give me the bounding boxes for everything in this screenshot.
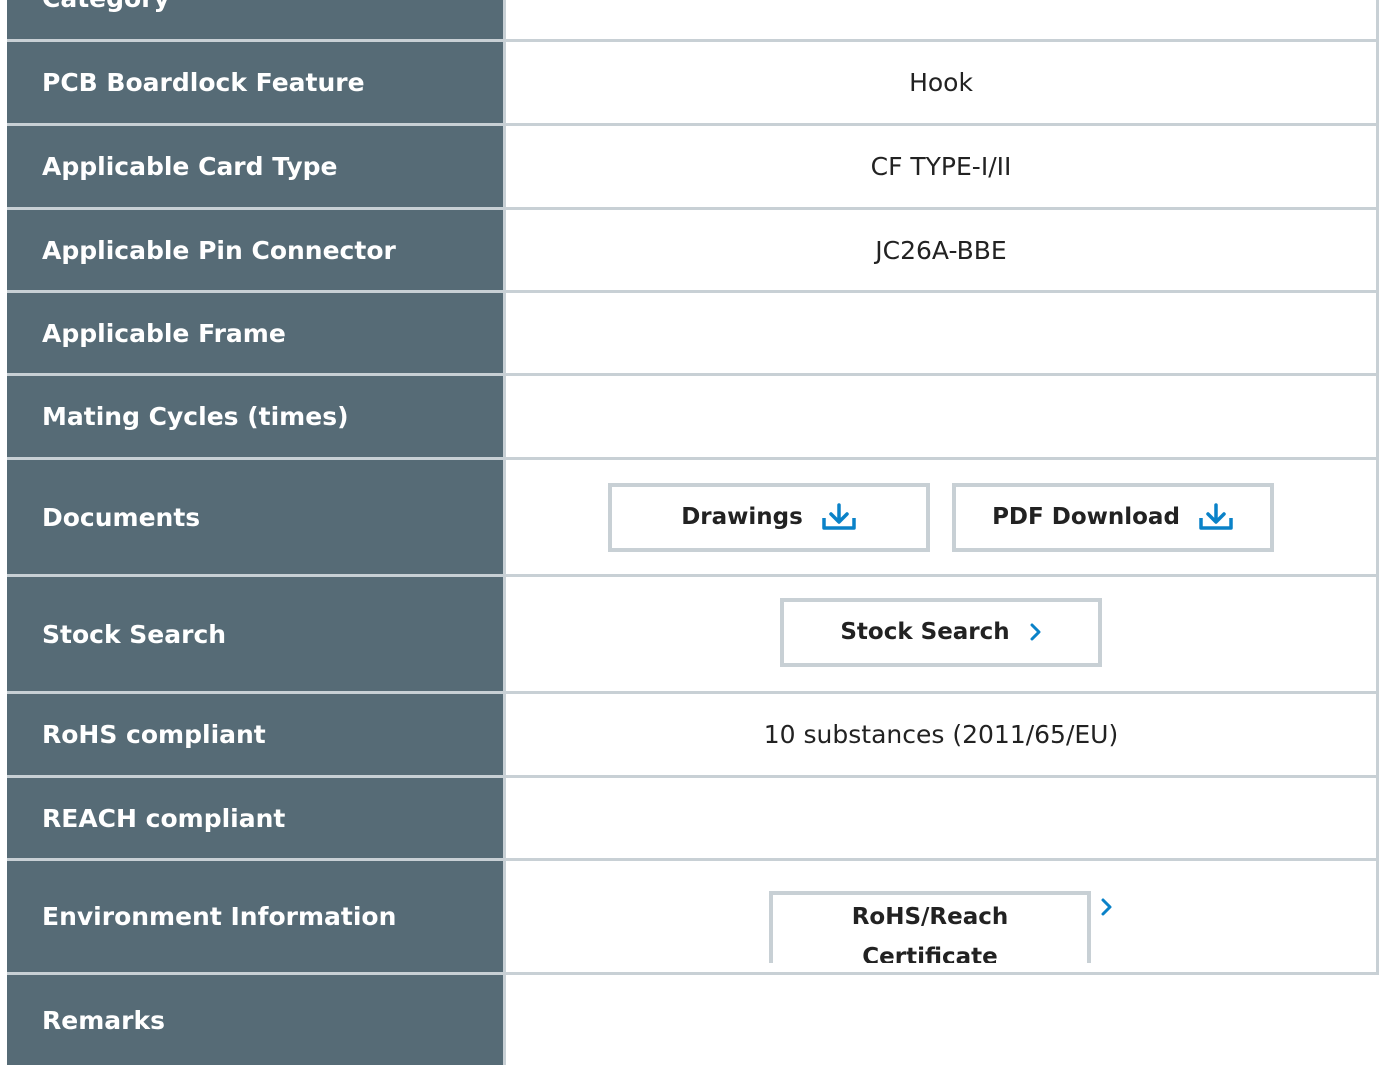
row-label: Environment Information [7,861,503,975]
row-label: Category [7,0,503,42]
row-label: RoHS compliant [7,694,503,778]
download-icon [1198,503,1234,531]
row-value: 10 substances (2011/65/EU) [503,694,1379,778]
table-row: Stock Search Stock Search [7,577,1379,694]
pdf-download-button[interactable]: PDF Download [952,482,1274,552]
row-label: Applicable Pin Connector [7,210,503,293]
row-label: Documents [7,460,503,577]
row-label: Applicable Frame [7,293,503,376]
row-label: Remarks [7,975,503,1065]
table-row: PCB Boardlock Feature Hook [7,42,1379,126]
row-value [503,778,1379,861]
table-row: Documents Drawings PDF Download [7,460,1379,577]
row-label: PCB Boardlock Feature [7,42,503,126]
row-value [503,293,1379,376]
stock-search-cell: Stock Search [503,577,1379,694]
row-value [503,376,1379,460]
stock-search-label: Stock Search [840,619,1010,645]
chevron-right-icon [1099,897,1113,917]
rohs-reach-certificate-button[interactable]: RoHS/Reach Certificate [769,891,1091,963]
row-value: CF TYPE-I/II [503,126,1379,210]
row-value: Hook [503,42,1379,126]
row-label: Mating Cycles (times) [7,376,503,460]
table-row: Applicable Frame [7,293,1379,376]
drawings-label: Drawings [681,504,803,530]
environment-cell: RoHS/Reach Certificate [503,861,1379,975]
row-label: Stock Search [7,577,503,694]
download-icon [821,503,857,531]
table-row: Category [7,0,1379,42]
row-label: Applicable Card Type [7,126,503,210]
table-row: Mating Cycles (times) [7,376,1379,460]
documents-cell: Drawings PDF Download [503,460,1379,577]
table-row: Environment Information RoHS/Reach Certi… [7,861,1379,975]
certificate-wrapper: RoHS/Reach Certificate [769,891,1091,963]
row-value [503,0,1379,42]
table-row: Applicable Card Type CF TYPE-I/II [7,126,1379,210]
drawings-button[interactable]: Drawings [608,482,930,552]
table-row: RoHS compliant 10 substances (2011/65/EU… [7,694,1379,778]
table-row: REACH compliant [7,778,1379,861]
table-row: Applicable Pin Connector JC26A-BBE [7,210,1379,293]
row-label: REACH compliant [7,778,503,861]
row-value: JC26A-BBE [503,210,1379,293]
table-row: Remarks [7,975,1379,1065]
certificate-label-line1: RoHS/Reach [851,904,1009,930]
certificate-label-line2: Certificate [862,944,998,963]
row-value [503,975,1379,1065]
pdf-download-label: PDF Download [992,504,1180,530]
chevron-right-icon [1028,622,1042,642]
stock-search-button[interactable]: Stock Search [780,597,1102,667]
